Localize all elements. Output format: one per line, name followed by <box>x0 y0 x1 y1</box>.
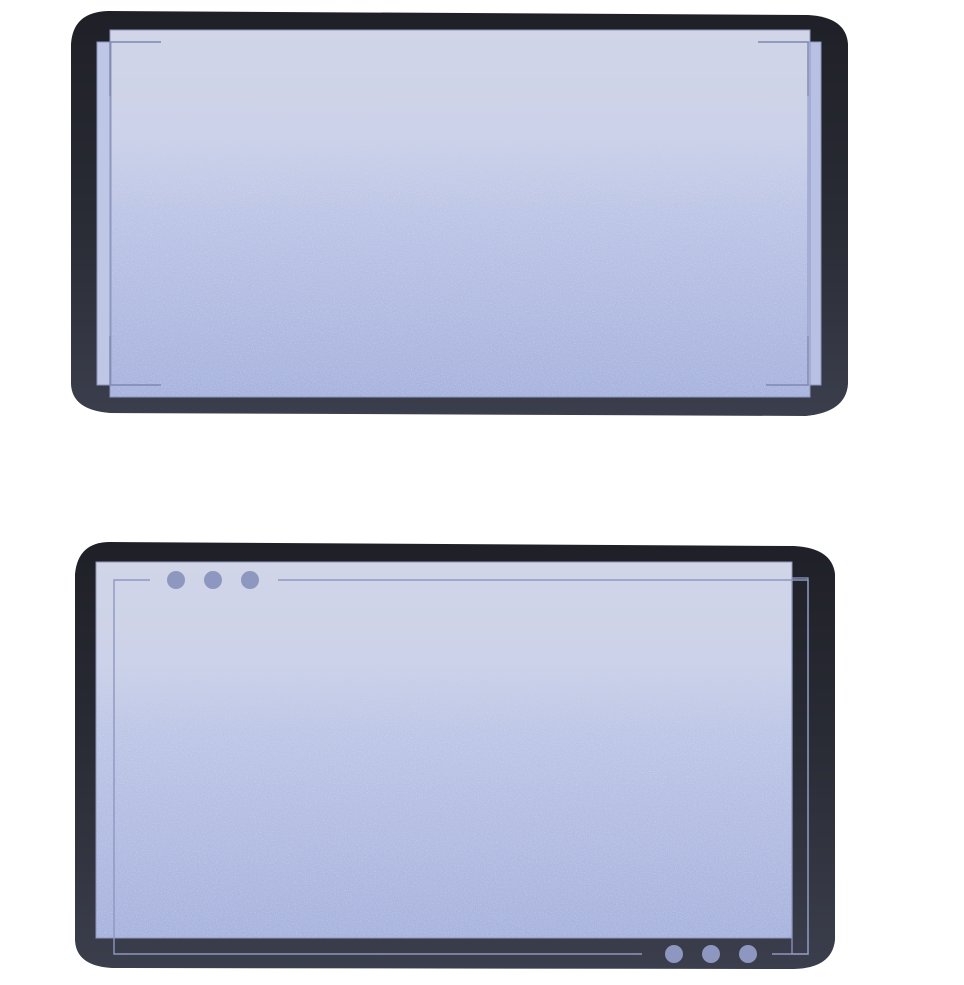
screen-grain <box>110 30 810 397</box>
screen-left-lip <box>96 41 112 386</box>
dot-icon <box>167 571 185 589</box>
display-frame-offset-border <box>75 542 835 969</box>
display-frame-corner-brackets <box>71 11 848 416</box>
dot-icon <box>739 945 757 963</box>
dot-icon <box>204 571 222 589</box>
screen-grain <box>96 562 792 938</box>
dot-icon <box>241 571 259 589</box>
dot-icon <box>665 945 683 963</box>
bottom-dot-indicators <box>665 945 757 963</box>
dot-icon <box>702 945 720 963</box>
top-dot-indicators <box>167 571 259 589</box>
